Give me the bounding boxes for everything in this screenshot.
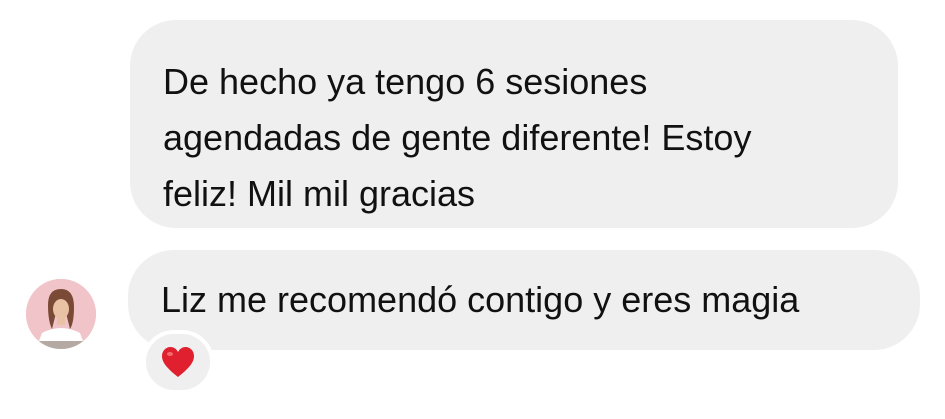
reaction-badge[interactable] (142, 330, 214, 394)
message-bubble-1[interactable]: De hecho ya tengo 6 sesiones agendadas d… (130, 20, 898, 228)
avatar-image (26, 279, 96, 349)
message-text-line: De hecho ya tengo 6 sesiones (163, 61, 648, 102)
message-text-line: agendadas de gente diferente! Estoy (163, 117, 752, 158)
message-bubble-2[interactable]: Liz me recomendó contigo y eres magia (128, 250, 920, 350)
message-text: Liz me recomendó contigo y eres magia (161, 279, 800, 320)
message-text-line: feliz! Mil mil gracias (163, 173, 476, 214)
heart-icon (162, 347, 194, 377)
sender-avatar[interactable] (26, 279, 96, 349)
